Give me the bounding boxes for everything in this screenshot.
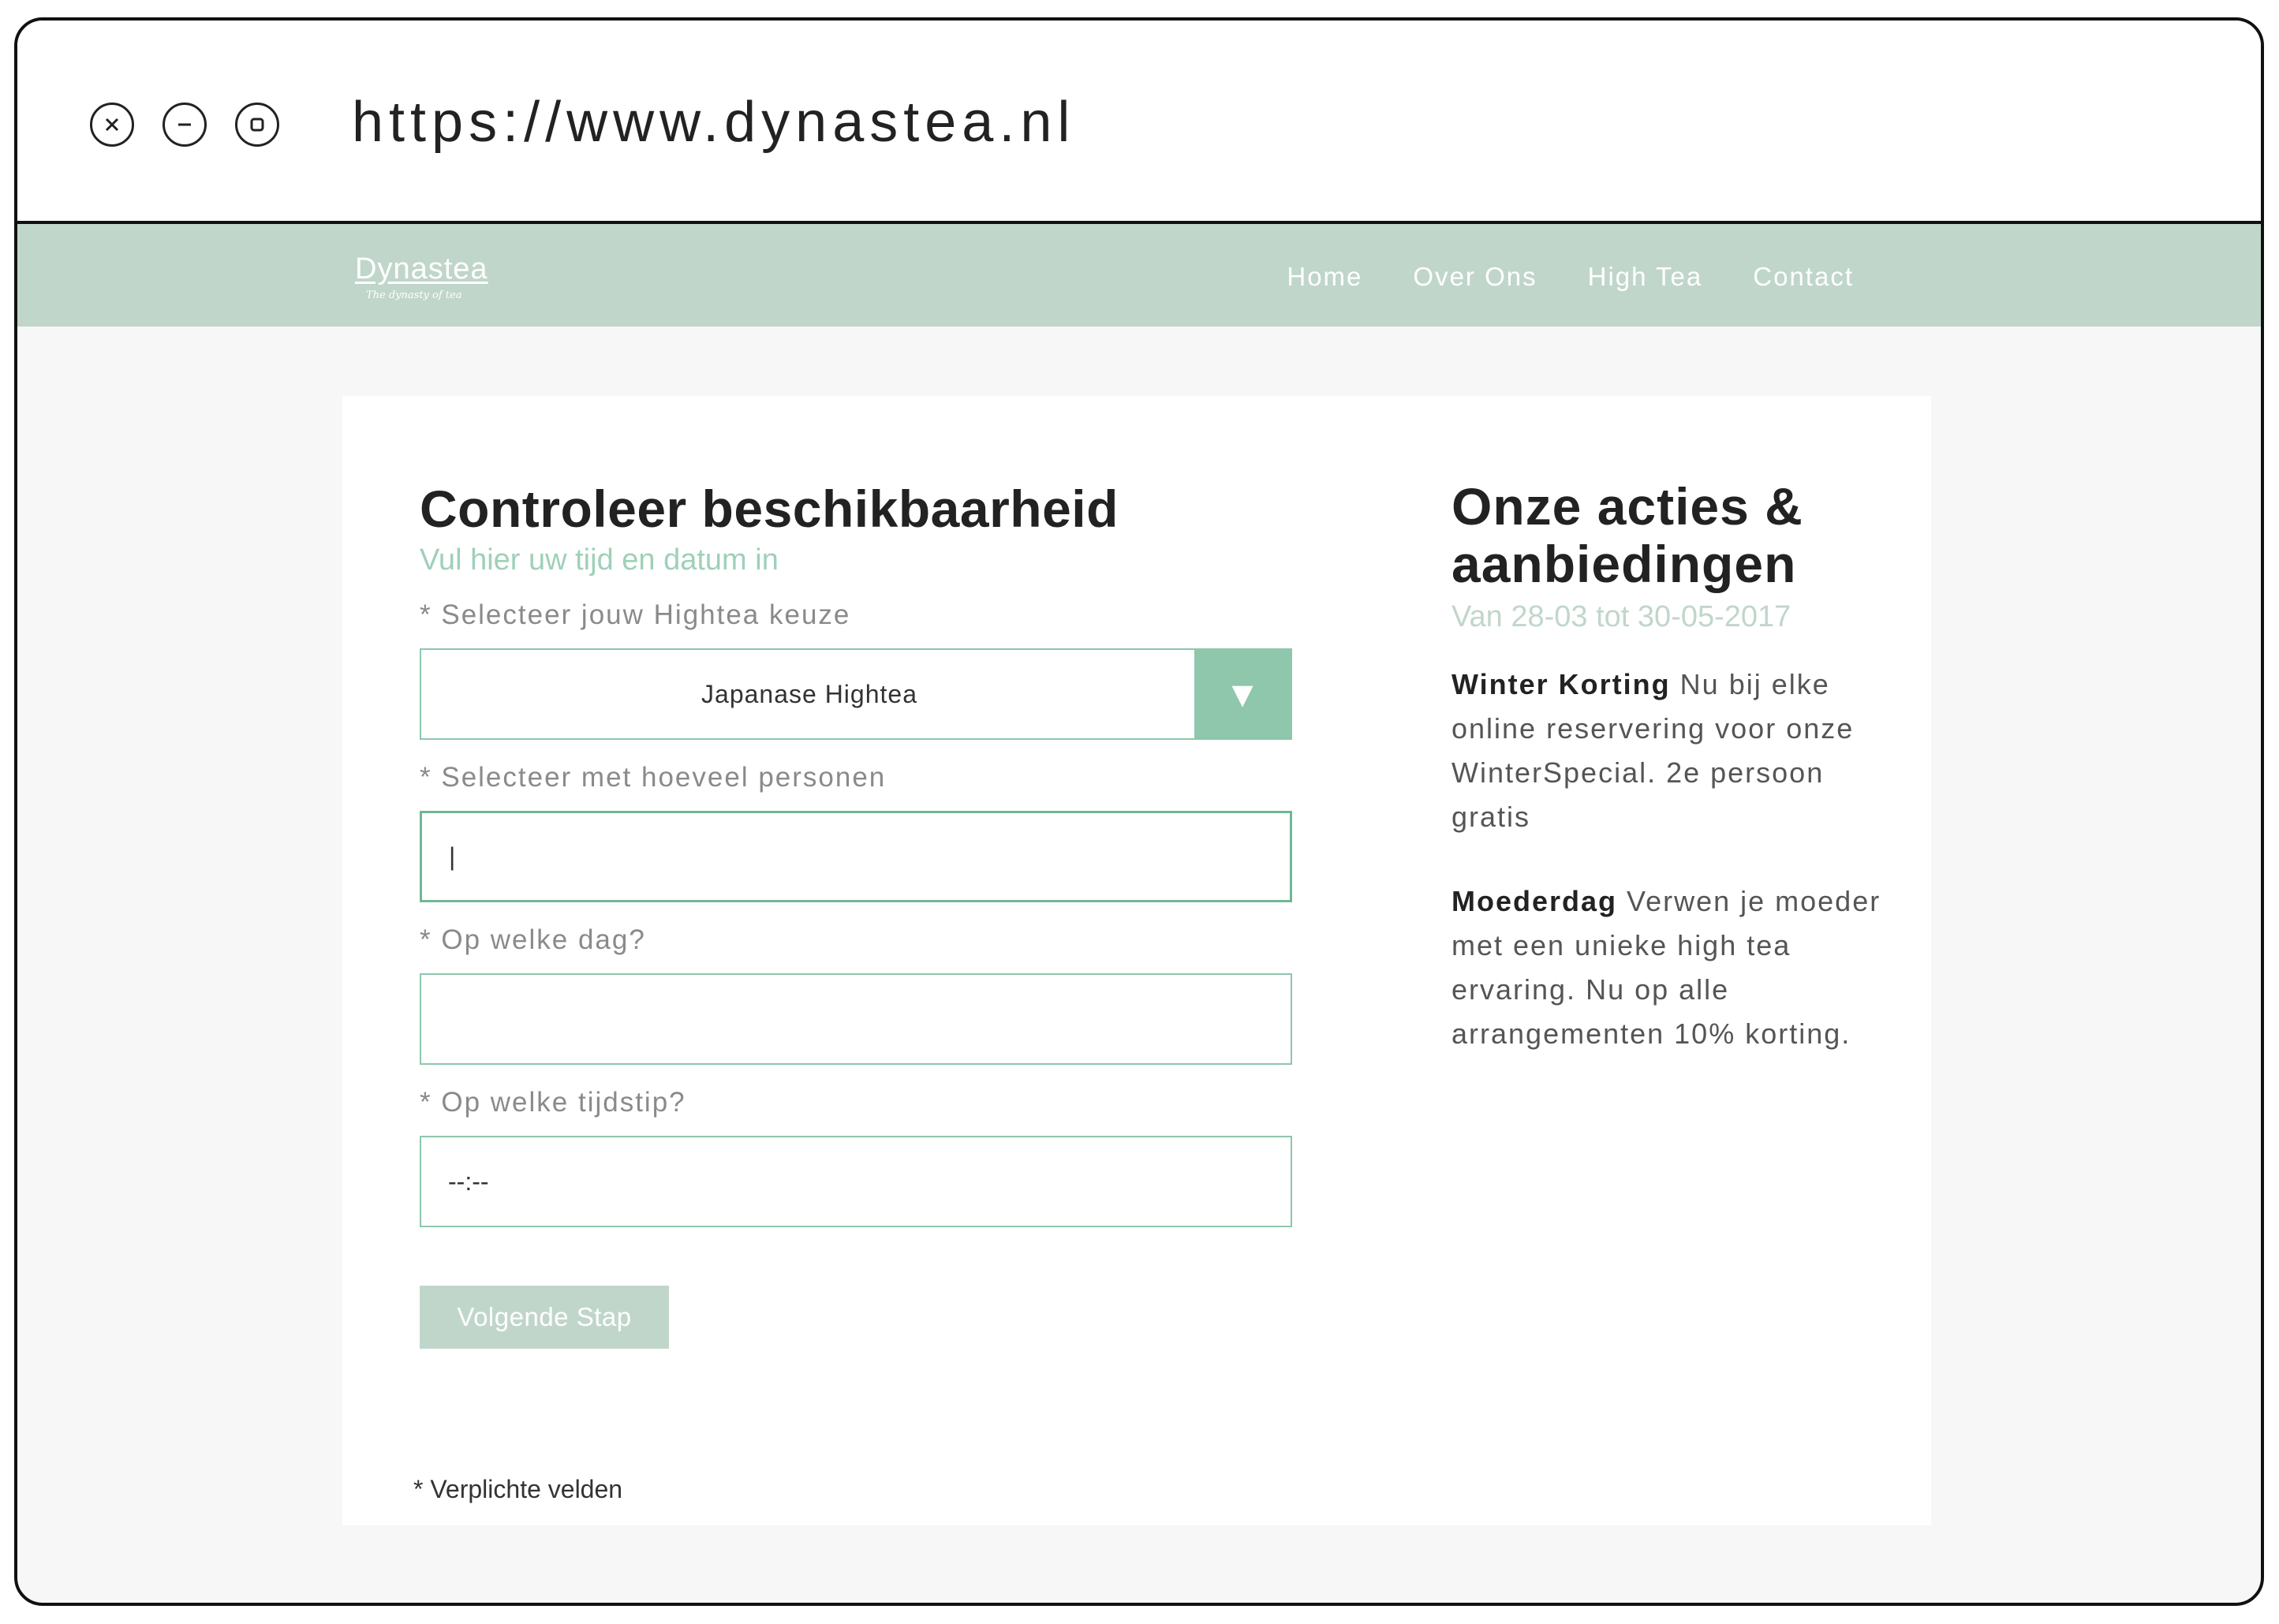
browser-titlebar: https://www.dynastea.nl — [17, 21, 2261, 224]
site-navbar: Dynastea The dynasty of tea Home Over On… — [17, 224, 2261, 327]
promo-item: Winter Korting Nu bij elke online reserv… — [1451, 663, 1893, 838]
form-subtitle: Vul hier uw tijd en datum in — [420, 543, 779, 577]
promo-name: Moederdag — [1451, 885, 1618, 918]
site-logo[interactable]: Dynastea The dynasty of tea — [355, 252, 488, 301]
promo-item: Moederdag Verwen je moeder met een uniek… — [1451, 879, 1893, 1055]
minimize-window-button[interactable] — [163, 103, 207, 147]
nav-contact[interactable]: Contact — [1753, 262, 1854, 292]
hightea-selected-value: Japanase Hightea — [701, 679, 917, 708]
logo-tagline: The dynasty of tea — [366, 289, 462, 301]
day-label: * Op welke dag? — [420, 924, 646, 956]
promo-name: Winter Korting — [1451, 668, 1671, 701]
nav-high-tea[interactable]: High Tea — [1588, 262, 1703, 292]
maximize-icon — [250, 118, 264, 132]
nav-over-ons[interactable]: Over Ons — [1413, 262, 1537, 292]
persons-input[interactable]: | — [420, 811, 1292, 903]
hightea-label: * Selecteer jouw Hightea keuze — [420, 599, 851, 631]
booking-card: Controleer beschikbaarheid Vul hier uw t… — [342, 396, 1931, 1525]
maximize-window-button[interactable] — [235, 103, 279, 147]
close-window-button[interactable] — [90, 103, 134, 147]
day-input[interactable] — [420, 973, 1292, 1066]
minimize-icon — [178, 123, 191, 126]
main-nav: Home Over Ons High Tea Contact — [1287, 262, 1854, 292]
persons-label: * Selecteer met hoeveel personen — [420, 762, 887, 793]
logo-name: Dynastea — [355, 252, 488, 286]
offers-panel: Onze acties & aanbiedingen Van 28-03 tot… — [1451, 478, 1893, 1056]
offers-title: Onze acties & aanbiedingen — [1451, 477, 1803, 593]
time-label: * Op welke tijdstip? — [420, 1087, 686, 1118]
availability-form: Controleer beschikbaarheid Vul hier uw t… — [420, 478, 1292, 1350]
browser-window: https://www.dynastea.nl Dynastea The dyn… — [14, 17, 2264, 1606]
offers-period: Van 28-03 tot 30-05-2017 — [1451, 600, 1791, 634]
time-input[interactable]: --:-- — [420, 1136, 1292, 1228]
form-title: Controleer beschikbaarheid — [420, 480, 1119, 538]
required-fields-note: * Verplichte velden — [413, 1475, 623, 1503]
dropdown-button[interactable]: ▼ — [1194, 650, 1291, 739]
close-icon — [105, 118, 119, 132]
nav-home[interactable]: Home — [1287, 262, 1362, 292]
hightea-select[interactable]: Japanase Hightea ▼ — [420, 648, 1292, 741]
triangle-down-icon: ▼ — [1224, 674, 1261, 715]
address-bar[interactable]: https://www.dynastea.nl — [352, 90, 1075, 155]
next-step-button[interactable]: Volgende Stap — [420, 1286, 669, 1350]
